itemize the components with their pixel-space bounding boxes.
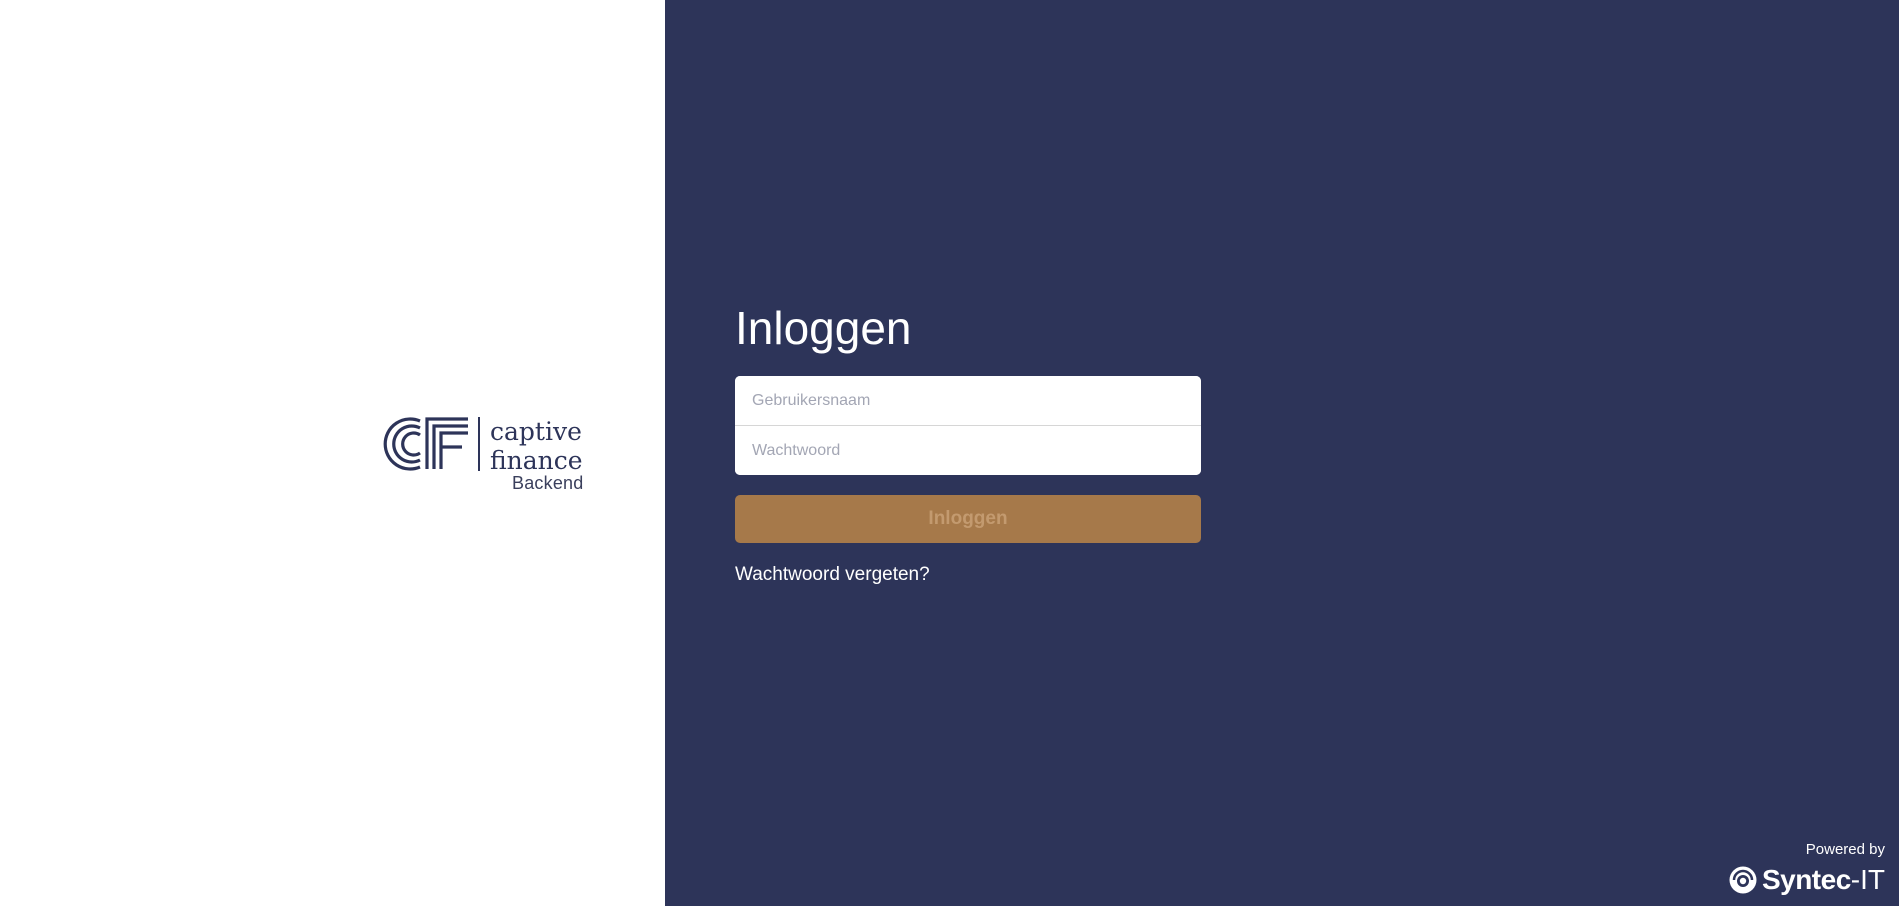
credentials-group (735, 376, 1201, 475)
login-button[interactable]: Inloggen (735, 495, 1201, 543)
svg-text:finance: finance (490, 446, 583, 475)
forgot-password-link[interactable]: Wachtwoord vergeten? (735, 564, 930, 586)
login-form: Inloggen Inloggen Wachtwoord vergeten? (735, 300, 1201, 586)
brand-panel: captive finance Backend (0, 0, 665, 906)
powered-by: Powered by Syntec -IT (1728, 841, 1885, 896)
vendor-logo: Syntec -IT (1728, 864, 1885, 896)
username-input[interactable] (735, 376, 1201, 425)
brand-subtitle: Backend (512, 473, 584, 493)
vendor-suffix: -IT (1850, 864, 1885, 895)
svg-text:captive: captive (490, 417, 582, 446)
page-title: Inloggen (735, 302, 912, 354)
login-page: captive finance Backend Inloggen Inlogge… (0, 0, 1899, 906)
login-panel: Inloggen Inloggen Wachtwoord vergeten? P… (665, 0, 1899, 906)
cf-monogram-icon: captive finance (383, 417, 583, 475)
vendor-name: Syntec (1761, 864, 1851, 895)
syntec-logo-icon (1729, 866, 1757, 894)
password-input[interactable] (735, 426, 1201, 475)
powered-by-label: Powered by (1805, 841, 1885, 858)
